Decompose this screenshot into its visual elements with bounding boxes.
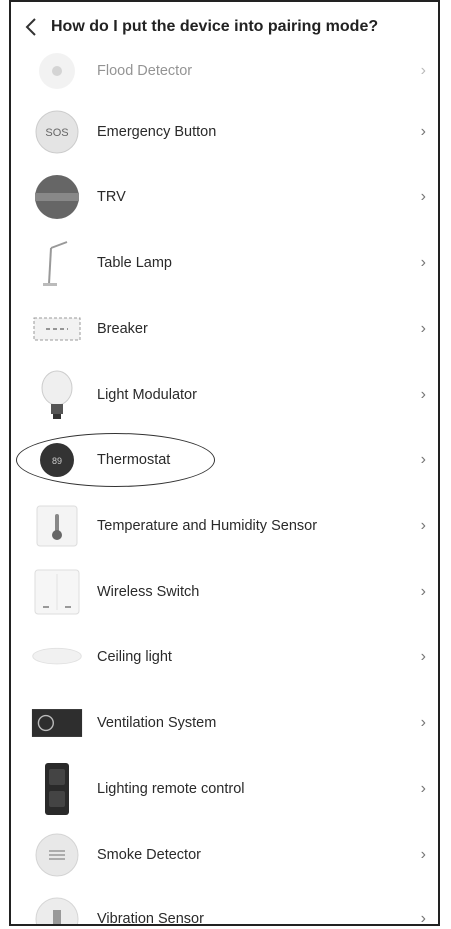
- page-title: How do I put the device into pairing mod…: [51, 18, 379, 35]
- chevron-right-icon: ›: [420, 451, 426, 468]
- chevron-right-icon: ›: [420, 648, 426, 665]
- list-item-smoke-detector[interactable]: Smoke Detector ›: [11, 822, 438, 888]
- app-frame: Flood Detector › SOS Emergency Button ›: [9, 0, 440, 926]
- list-item-table-lamp[interactable]: Table Lamp ›: [11, 230, 438, 296]
- list-item-temperature-humidity-sensor[interactable]: Temperature and Humidity Sensor ›: [11, 493, 438, 559]
- item-label: Temperature and Humidity Sensor: [97, 518, 318, 534]
- chevron-right-icon: ›: [420, 62, 426, 79]
- item-label: TRV: [97, 189, 126, 205]
- list-item-trv[interactable]: TRV ›: [11, 164, 438, 230]
- chevron-right-icon: ›: [420, 320, 426, 337]
- breaker-icon: [31, 303, 83, 355]
- flood-detector-icon: [31, 45, 83, 97]
- ceiling-light-icon: [31, 631, 83, 683]
- chevron-left-icon: [25, 18, 36, 36]
- list-item-vibration-sensor[interactable]: Vibration Sensor ›: [11, 886, 438, 926]
- chevron-right-icon: ›: [420, 583, 426, 600]
- item-label: Flood Detector: [97, 63, 193, 79]
- item-label: Breaker: [97, 321, 148, 337]
- list-item-breaker[interactable]: Breaker ›: [11, 296, 438, 362]
- thermometer-icon: [31, 500, 83, 552]
- item-label: Lighting remote control: [97, 781, 245, 797]
- vibration-sensor-icon: [31, 893, 83, 924]
- item-label: Table Lamp: [97, 255, 172, 271]
- chevron-right-icon: ›: [420, 910, 426, 926]
- back-button[interactable]: [11, 2, 51, 52]
- list-item-emergency-button[interactable]: SOS Emergency Button ›: [11, 99, 438, 165]
- item-label: Ceiling light: [97, 649, 172, 665]
- chevron-right-icon: ›: [420, 386, 426, 403]
- smoke-detector-icon: [31, 829, 83, 881]
- chevron-right-icon: ›: [420, 254, 426, 271]
- ventilation-icon: [31, 697, 83, 749]
- thermostat-icon: 89: [31, 434, 83, 486]
- chevron-right-icon: ›: [420, 780, 426, 797]
- svg-text:SOS: SOS: [45, 127, 68, 139]
- item-label: Light Modulator: [97, 387, 197, 403]
- item-label: Ventilation System: [97, 715, 217, 731]
- list-item-thermostat[interactable]: 89 Thermostat ›: [11, 427, 438, 493]
- light-bulb-icon: [31, 369, 83, 421]
- header-bar: How do I put the device into pairing mod…: [11, 2, 438, 52]
- remote-control-icon: [31, 763, 83, 815]
- list-item-ceiling-light[interactable]: Ceiling light ›: [11, 624, 438, 690]
- chevron-right-icon: ›: [420, 846, 426, 863]
- wireless-switch-icon: [31, 566, 83, 618]
- trv-icon: [31, 171, 83, 223]
- list-item-wireless-switch[interactable]: Wireless Switch ›: [11, 559, 438, 625]
- item-label: Thermostat: [97, 452, 171, 468]
- item-label: Smoke Detector: [97, 847, 201, 863]
- item-label: Wireless Switch: [97, 584, 200, 600]
- chevron-right-icon: ›: [420, 714, 426, 731]
- table-lamp-icon: [31, 237, 83, 289]
- chevron-right-icon: ›: [420, 123, 426, 140]
- svg-text:89: 89: [52, 456, 62, 466]
- item-label: Vibration Sensor: [97, 911, 204, 926]
- item-label: Emergency Button: [97, 124, 217, 140]
- chevron-right-icon: ›: [420, 188, 426, 205]
- chevron-right-icon: ›: [420, 517, 426, 534]
- list-item-light-modulator[interactable]: Light Modulator ›: [11, 362, 438, 428]
- list-item-ventilation-system[interactable]: Ventilation System ›: [11, 690, 438, 756]
- list-item-lighting-remote-control[interactable]: Lighting remote control ›: [11, 756, 438, 822]
- sos-button-icon: SOS: [31, 106, 83, 158]
